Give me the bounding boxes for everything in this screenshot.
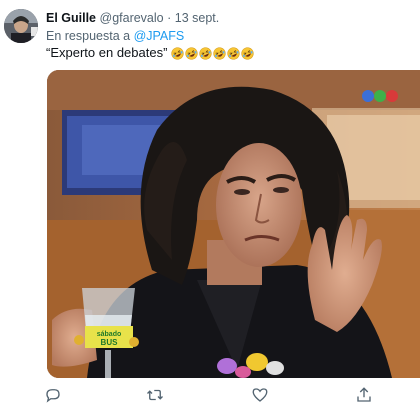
avatar-image	[4, 9, 38, 43]
rolling-laughing-emoji-icon	[241, 46, 255, 60]
tweet-text: “Experto en debates”	[46, 45, 255, 61]
tweet-header: El Guille @gfarevalo · 13 sept.	[46, 11, 219, 26]
tweet-text-content: “Experto en debates”	[46, 45, 168, 60]
rolling-laughing-emoji-icon	[171, 46, 185, 60]
reply-prefix: En respuesta a	[46, 29, 134, 43]
share-icon[interactable]	[355, 386, 373, 404]
reply-context: En respuesta a @JPAFS	[46, 29, 184, 44]
retweet-icon[interactable]	[146, 386, 164, 404]
reply-icon[interactable]	[44, 386, 62, 404]
glass-label: sábado	[97, 331, 122, 338]
glass-label-2: BUS	[101, 338, 119, 347]
rolling-laughing-emoji-icon	[213, 46, 227, 60]
tweet-date[interactable]: 13 sept.	[175, 11, 219, 25]
broadcaster-logo	[362, 90, 398, 102]
avatar[interactable]	[4, 9, 38, 43]
rolling-laughing-emoji-icon	[185, 46, 199, 60]
tweet-actions	[0, 386, 420, 406]
tweet: El Guille @gfarevalo · 13 sept. En respu…	[0, 0, 420, 420]
tweet-image[interactable]: sábado BUS	[47, 70, 420, 378]
separator-dot: ·	[167, 11, 172, 25]
author-name[interactable]: El Guille	[46, 11, 96, 25]
tv-still-image: sábado BUS	[47, 70, 420, 378]
reply-to-handle[interactable]: @JPAFS	[134, 29, 185, 43]
author-handle[interactable]: @gfarevalo	[100, 11, 164, 25]
emoji-row	[171, 46, 255, 60]
rolling-laughing-emoji-icon	[227, 46, 241, 60]
like-icon[interactable]	[251, 386, 269, 404]
rolling-laughing-emoji-icon	[199, 46, 213, 60]
